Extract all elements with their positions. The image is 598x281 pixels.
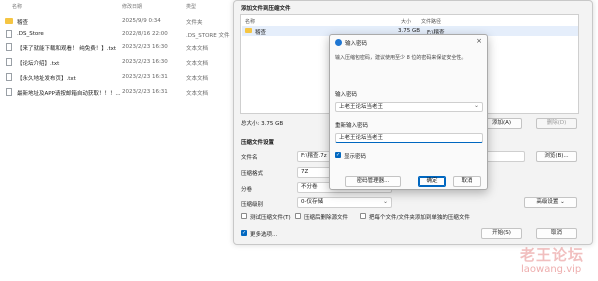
- password-dialog: 输入密码 × 输入压缩包密码，建议使用至少 8 位的密码来保证安全性。 输入密码…: [329, 34, 488, 190]
- archive-item-name[interactable]: 稽查: [255, 28, 266, 36]
- file-type: .DS_STORE 文件: [186, 33, 230, 39]
- settings-title: 压缩文件设置: [241, 140, 275, 146]
- list-item[interactable]: .DS_Store 2022/8/16 22:00 .DS_STORE 文件: [0, 28, 236, 41]
- cancel-button[interactable]: 取消: [536, 228, 577, 239]
- desktop: 名称 修改日期 类型 稽查 2025/9/9 0:34 文件夹 .DS_Stor…: [0, 0, 598, 281]
- app-icon: [335, 39, 342, 46]
- confirm-password-label: 重新输入密码: [335, 123, 369, 129]
- col-header-type[interactable]: 类型: [186, 3, 196, 10]
- test-archive-checkbox[interactable]: [241, 213, 247, 219]
- browse-button[interactable]: 浏览(B)...: [536, 151, 577, 162]
- split-label: 分卷: [241, 187, 253, 193]
- file-name: .DS_Store: [17, 31, 44, 37]
- filename-label: 文件名: [241, 155, 258, 161]
- password-input[interactable]: 上老王论坛当老王: [335, 102, 483, 112]
- file-name: 【永久地址发布页】.txt: [17, 76, 76, 82]
- folder-icon: [245, 28, 252, 33]
- text-file-icon: [5, 88, 13, 96]
- list-item[interactable]: 【论坛介绍】.txt 2023/2/23 16:30 文本文档: [0, 56, 236, 69]
- delete-source-checkbox[interactable]: [295, 213, 301, 219]
- confirm-password-input[interactable]: 上老王论坛当老王: [335, 133, 483, 143]
- password-manager-button[interactable]: 密码管理器...: [345, 176, 401, 187]
- test-archive-label: 测试压缩文件(T): [250, 215, 291, 221]
- chevron-down-icon: ⌄: [560, 199, 565, 205]
- add-section-title: 添加文件到压缩文件: [241, 6, 291, 12]
- separate-archives-label: 把每个文件/文件夹添加到单独的压缩文件: [369, 215, 470, 221]
- col-header-name[interactable]: 名称: [12, 3, 22, 10]
- folder-icon: [5, 17, 13, 25]
- separate-archives-checkbox[interactable]: [360, 213, 366, 219]
- close-icon[interactable]: ×: [476, 37, 482, 45]
- list-header-path[interactable]: 文件路径: [421, 18, 441, 25]
- file-date: 2023/2/23 16:30: [122, 59, 168, 65]
- format-label: 压缩格式: [241, 171, 264, 177]
- list-header-name[interactable]: 名称: [245, 18, 255, 25]
- more-options-label[interactable]: 更多选项...: [250, 230, 277, 238]
- text-file-icon: [5, 73, 13, 81]
- file-icon: [5, 30, 13, 38]
- advanced-settings-label: 高级设置: [536, 199, 559, 205]
- text-file-icon: [5, 43, 13, 51]
- watermark-url: laowang.vip: [521, 264, 582, 275]
- level-select[interactable]: 0-仅存储: [297, 197, 392, 208]
- file-type: 文本文档: [186, 46, 209, 52]
- list-item[interactable]: 稽查 2025/9/9 0:34 文件夹: [0, 15, 236, 28]
- file-name: 稽查: [17, 20, 29, 26]
- start-button[interactable]: 开始(S): [481, 228, 522, 239]
- file-type: 文本文档: [186, 91, 209, 97]
- file-date: 2023/2/23 16:31: [122, 74, 168, 80]
- show-password-label: 显示密码: [344, 154, 367, 160]
- file-date: 2022/8/16 22:00: [122, 31, 168, 37]
- col-header-date[interactable]: 修改日期: [122, 3, 142, 10]
- show-password-checkbox[interactable]: ✓: [335, 152, 341, 158]
- watermark-logo: 老王论坛: [520, 246, 585, 264]
- ok-button[interactable]: 确定: [418, 176, 446, 187]
- list-item[interactable]: 最新地址及APP请按邮箱自动获取！！！... 2023/2/23 16:31 文…: [0, 86, 236, 99]
- file-date: 2023/2/23 16:31: [122, 89, 168, 95]
- list-header-size[interactable]: 大小: [401, 18, 411, 25]
- file-type: 文件夹: [186, 20, 203, 26]
- dialog-cancel-button[interactable]: 取消: [453, 176, 481, 187]
- file-name: 【来了就能下载和观看！ 纯免费！】.txt: [17, 46, 117, 52]
- advanced-settings-button[interactable]: 高级设置 ⌄: [524, 197, 577, 208]
- level-label: 压缩级别: [241, 202, 264, 208]
- more-options-checkbox[interactable]: ✓: [241, 230, 247, 236]
- file-type: 文本文档: [186, 61, 209, 67]
- password-label: 输入密码: [335, 92, 358, 98]
- file-date: 2025/9/9 0:34: [122, 18, 161, 24]
- list-item[interactable]: 【来了就能下载和观看！ 纯免费！】.txt 2023/2/23 16:30 文本…: [0, 41, 236, 54]
- file-date: 2023/2/23 16:30: [122, 44, 168, 50]
- file-type: 文本文档: [186, 76, 209, 82]
- dialog-title: 输入密码: [345, 41, 368, 47]
- list-item[interactable]: 【永久地址发布页】.txt 2023/2/23 16:31 文本文档: [0, 71, 236, 84]
- text-file-icon: [5, 58, 13, 66]
- file-name: 【论坛介绍】.txt: [17, 61, 60, 67]
- delete-source-label: 压缩后删除源文件: [304, 215, 349, 221]
- total-size: 总大小: 3.75 GB: [241, 121, 284, 127]
- file-name: 最新地址及APP请按邮箱自动获取！！！...: [17, 91, 121, 97]
- dialog-hint: 输入压缩包密码，建议使用至少 8 位的密码来保证安全性。: [335, 55, 467, 61]
- delete-button[interactable]: 删除(D): [536, 118, 577, 129]
